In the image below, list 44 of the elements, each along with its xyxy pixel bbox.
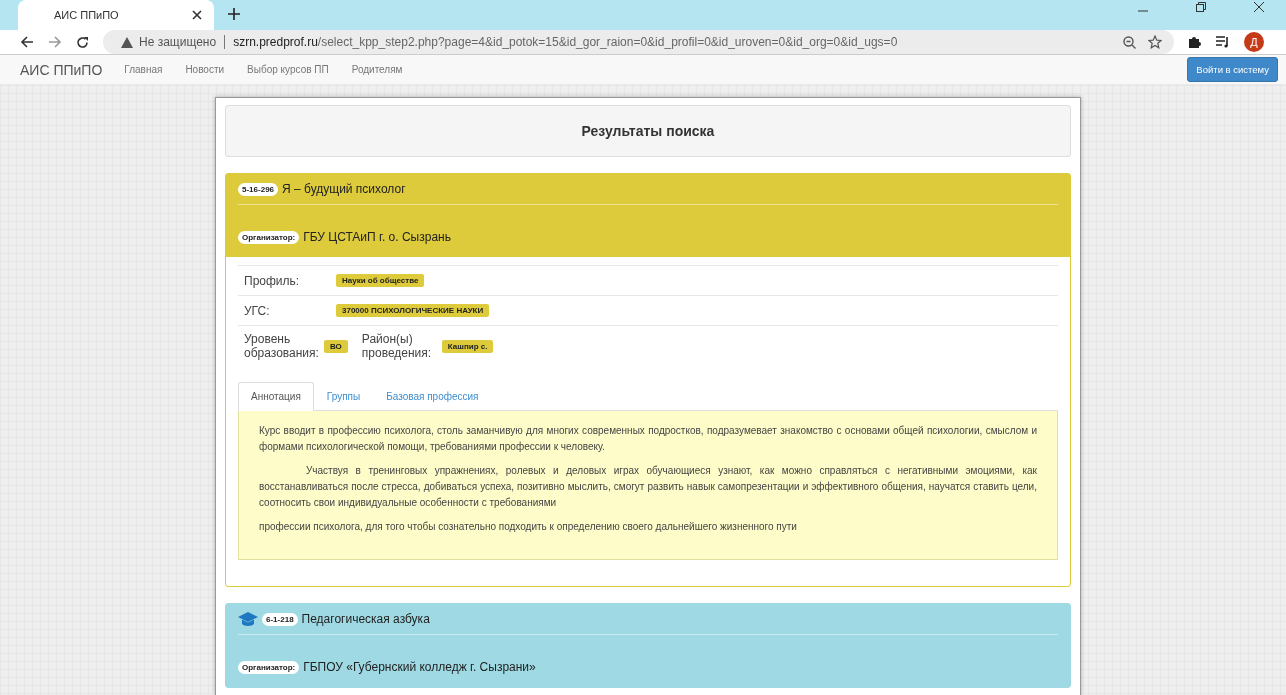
course-title: Я – будущий психолог (282, 182, 406, 196)
puzzle-icon[interactable] (1188, 35, 1202, 49)
star-icon[interactable] (1148, 35, 1162, 49)
profile-avatar[interactable]: Д (1244, 32, 1264, 52)
new-tab-icon[interactable] (228, 8, 240, 20)
page-heading: Результаты поиска (581, 123, 715, 139)
annotation-paragraph: Курс вводит в профессию психолога, столь заманчивую для многих современных подростков, подразумевает знакомство с основами общей психологии, смыслом и формами психологической помощи, требованиями профессии к человеку. (259, 424, 1037, 454)
zoom-icon[interactable] (1123, 35, 1136, 49)
playlist-icon[interactable] (1216, 36, 1230, 48)
field-label: Район(ы) проведения: (361, 332, 433, 360)
field-value: Науки об обществе (336, 274, 425, 287)
field-value: ВО (324, 339, 348, 353)
login-button[interactable]: Войти в систему (1187, 57, 1278, 82)
organizer-name: ГБПОУ «Губернский колледж г. Сызрани» (303, 660, 536, 674)
field-value: 370000 ПСИХОЛОГИЧЕСКИЕ НАУКИ (336, 304, 490, 317)
close-icon[interactable] (1254, 2, 1264, 12)
content-tab[interactable]: Базовая профессия (373, 382, 492, 411)
content-tab[interactable]: Аннотация (238, 382, 314, 411)
organizer-label: Организатор: (238, 230, 300, 244)
organizer-label: Организатор: (238, 660, 300, 674)
field-label: Уровень образования: (244, 332, 320, 360)
course-code: 5-16-296 (238, 182, 279, 196)
restore-icon[interactable] (1196, 2, 1206, 12)
close-icon[interactable] (192, 10, 202, 20)
nav-link[interactable]: Главная (124, 64, 163, 75)
content-tab[interactable]: Группы (313, 382, 374, 411)
address-bar[interactable]: Не защищено szrn.predprof.ru/select_kpp_step2.php?page=4&id_potok=15&id_gor_raion=0&id_profil=0&id_uroven=0&id_org=0&id_ugs=0 (103, 30, 1174, 54)
browser-tab[interactable]: АИС ППиПО (18, 0, 214, 30)
annotation-paragraph: профессии психолога, для того чтобы сознательно подходить к определению своего дальнейшего жизненного пути (259, 520, 798, 534)
field-label: УГС: (244, 303, 271, 318)
warning-icon (121, 36, 133, 48)
course-code: 6-1-218 (262, 612, 298, 626)
nav-link[interactable]: Выбор курсов ПП (247, 64, 329, 75)
nav-link[interactable]: Родителям (351, 64, 403, 75)
nav-link[interactable]: Новости (185, 64, 225, 75)
field-label: Профиль: (244, 273, 301, 288)
back-icon[interactable] (20, 36, 34, 48)
field-value: Кашпир с. (441, 339, 494, 353)
reload-icon[interactable] (76, 35, 89, 49)
forward-icon[interactable] (48, 36, 62, 48)
organizer-name: ГБУ ЦСТАиП г. о. Сызрань (303, 230, 451, 244)
annotation-paragraph: Участвуя в тренинговых упражнениях, ролевых и деловых играх обучающиеся узнают, как можно справляться с негативными эмоциями, как восстанавливаться после стресса, добиваться успеха, позитивно мыслить, смогут развить навык самопрезентации и эффективного общения, научатся ставить цели, соотносить свои индивидуальные особенности с требованиями (259, 464, 1037, 510)
site-logo[interactable]: АИС ППиПО (20, 61, 103, 78)
course-title: Педагогическая азбука (301, 612, 430, 626)
